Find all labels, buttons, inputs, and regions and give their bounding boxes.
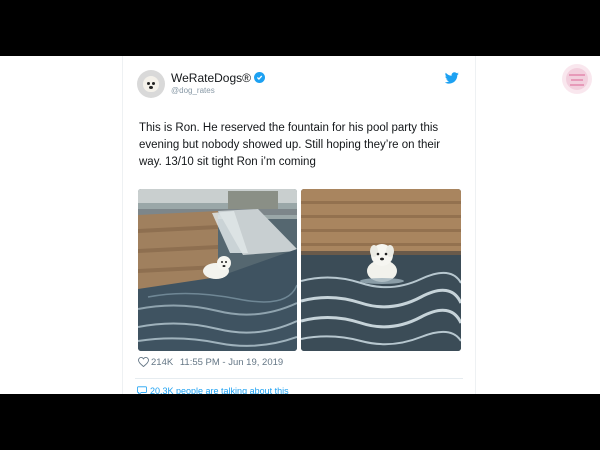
channel-watermark-logo — [562, 64, 592, 94]
display-name[interactable]: WeRateDogs® — [171, 71, 265, 85]
speech-bubble-icon — [137, 386, 147, 394]
avatar[interactable] — [137, 70, 165, 98]
conversation-text[interactable]: 20.3K people are talking about this — [150, 386, 289, 394]
divider — [135, 378, 463, 379]
tweet-text: This is Ron. He reserved the fountain fo… — [139, 122, 441, 168]
verified-badge-icon — [254, 72, 265, 83]
tweet-meta: 214K 11:55 PM - Jun 19, 2019 — [138, 357, 283, 368]
tweet-media — [138, 189, 461, 351]
twitter-bird-icon[interactable] — [445, 72, 459, 84]
photo-fountain-left[interactable] — [138, 189, 297, 351]
tweet-timestamp[interactable]: 11:55 PM - Jun 19, 2019 — [180, 357, 283, 368]
heart-icon[interactable] — [138, 357, 149, 367]
like-count[interactable]: 214K — [151, 357, 173, 368]
display-name-text[interactable]: WeRateDogs® — [171, 71, 251, 85]
user-handle[interactable]: @dog_rates — [171, 86, 215, 95]
photo-fountain-right[interactable] — [301, 189, 461, 351]
video-frame: WeRateDogs® @dog_rates This is Ron. He r… — [0, 56, 600, 394]
conversation-link[interactable]: 20.3K people are talking about this — [137, 386, 289, 394]
tweet-header: WeRateDogs® @dog_rates — [137, 70, 461, 102]
tweet-card: WeRateDogs® @dog_rates This is Ron. He r… — [123, 56, 475, 394]
